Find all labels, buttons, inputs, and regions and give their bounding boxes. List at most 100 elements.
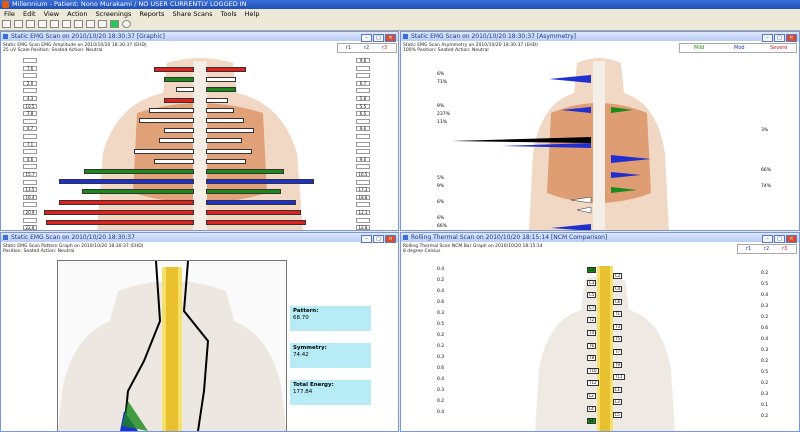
value-label: [356, 118, 370, 124]
value-label: 9.6: [356, 126, 370, 132]
value-label: 9%: [437, 184, 445, 189]
maximize-button[interactable]: □: [774, 235, 785, 243]
asymmetry-arrows: [451, 75, 651, 230]
value-label: [356, 179, 370, 185]
menu-share-scans[interactable]: Share Scans: [172, 10, 212, 18]
edit-icon[interactable]: [38, 20, 47, 28]
patient-icon[interactable]: [2, 20, 11, 28]
record-icon[interactable]: [122, 20, 131, 28]
close-button[interactable]: ×: [786, 34, 797, 42]
value-label: 13.5: [23, 187, 37, 193]
menu-file[interactable]: File: [4, 10, 15, 18]
value-label: 7.8: [23, 111, 37, 117]
pattern-score-box: Pattern: 68.70: [290, 306, 371, 331]
value-label: [23, 164, 37, 170]
value-label: 7.1: [23, 141, 37, 147]
close-button[interactable]: ×: [385, 34, 396, 42]
vertebra-marker: C6: [613, 298, 623, 305]
menu-reports[interactable]: Reports: [139, 10, 164, 18]
minimize-button[interactable]: –: [361, 235, 372, 243]
value-label: 0.2: [437, 278, 445, 283]
value-label: 3%: [761, 128, 769, 133]
window-titlebar: Millennium - Patient: Nono Murakami / NO…: [0, 0, 800, 9]
value-label: [356, 65, 370, 71]
menu-tools[interactable]: Tools: [221, 10, 237, 18]
close-button[interactable]: ×: [385, 235, 396, 243]
value-label: 0.2: [437, 333, 445, 338]
energy-label: Total Energy:: [293, 382, 334, 388]
vertebra-marker: L3: [613, 399, 622, 406]
minimize-button[interactable]: –: [762, 235, 773, 243]
panel-thermal-ncm: Rolling Thermal Scan on 2010/10/20 18:15…: [400, 232, 800, 432]
menu-action[interactable]: Action: [67, 10, 87, 18]
value-label: 6.5: [356, 111, 370, 117]
symmetry-value: 74.42: [293, 352, 309, 358]
value-label: 12.8: [356, 225, 370, 230]
open-icon[interactable]: [14, 20, 23, 28]
emg-bar-left: [82, 189, 194, 195]
menu-help[interactable]: Help: [245, 10, 260, 18]
value-label: 0.2: [761, 315, 769, 320]
value-label: [356, 88, 370, 94]
report-icon[interactable]: [62, 20, 71, 28]
minimize-button[interactable]: –: [361, 34, 372, 42]
value-label: 66%: [761, 168, 772, 173]
maximize-button[interactable]: □: [373, 34, 384, 42]
value-label: [23, 202, 37, 208]
emg-bar-left: [59, 179, 194, 185]
value-label: [23, 217, 37, 223]
export-icon[interactable]: [86, 20, 95, 28]
value-label: 22.8: [23, 225, 37, 230]
value-label: 9%: [437, 104, 445, 109]
folder-icon[interactable]: [26, 20, 35, 28]
emg-bar-right: [206, 179, 314, 185]
menu-edit[interactable]: Edit: [23, 10, 36, 18]
value-label: [356, 217, 370, 223]
legend: r1 r2 r3: [337, 43, 397, 53]
vertebra-marker: C4: [613, 285, 623, 292]
menu-screenings[interactable]: Screenings: [96, 10, 132, 18]
value-label: 0.4: [437, 267, 445, 272]
panel-title: Static EMG Scan on 2010/10/20 18:30:37: [11, 234, 135, 241]
emg-bar-left: [164, 128, 194, 134]
print-icon[interactable]: [74, 20, 83, 28]
close-button[interactable]: ×: [786, 235, 797, 243]
minimize-button[interactable]: –: [762, 34, 773, 42]
compare-icon[interactable]: [98, 20, 107, 28]
emg-bar-right: [206, 77, 236, 83]
panel-subtitle-2: Position: Seated Action: Neutral: [3, 249, 75, 254]
value-label: [23, 149, 37, 155]
emg-bar-right: [206, 220, 306, 225]
value-label: 0.2: [437, 399, 445, 404]
green-icon[interactable]: [110, 20, 119, 28]
value-label: 20.9: [23, 210, 37, 215]
vertebra-marker: T1: [613, 311, 622, 318]
panel-header: Static EMG Scan on 2010/10/20 18:30:37 –…: [1, 233, 398, 243]
menu-view[interactable]: View: [44, 10, 59, 18]
legend-r2: r2: [764, 246, 770, 252]
emg-bar-right: [206, 138, 242, 144]
legend: r1 r2 r3: [737, 244, 797, 254]
panel-emg-pattern: Static EMG Scan on 2010/10/20 18:30:37 –…: [0, 232, 399, 432]
value-label: 4.7: [23, 126, 37, 132]
value-label: 74%: [761, 184, 772, 189]
value-label: [356, 202, 370, 208]
value-label: [23, 134, 37, 139]
vertebra-marker: L5: [613, 411, 622, 418]
vertebra-marker: S1: [587, 418, 597, 425]
symmetry-score-box: Symmetry: 74.42: [290, 343, 371, 368]
vertebra-marker: T10: [587, 367, 599, 374]
maximize-button[interactable]: □: [373, 235, 384, 243]
emg-bar-left: [164, 77, 194, 83]
panel-emg-asymmetry: Static EMG Scan on 2010/10/20 18:30:37 […: [400, 31, 800, 231]
value-label: 0.4: [437, 410, 445, 415]
value-label: 0.3: [761, 304, 769, 309]
legend-r1: r1: [746, 246, 752, 252]
value-label: 66%: [437, 224, 448, 229]
toolbar: [0, 19, 800, 31]
maximize-button[interactable]: □: [774, 34, 785, 42]
vertebra-marker: T9: [613, 361, 622, 368]
emg-bar-right: [206, 148, 252, 154]
value-label: 0.2: [437, 344, 445, 349]
scan-icon[interactable]: [50, 20, 59, 28]
